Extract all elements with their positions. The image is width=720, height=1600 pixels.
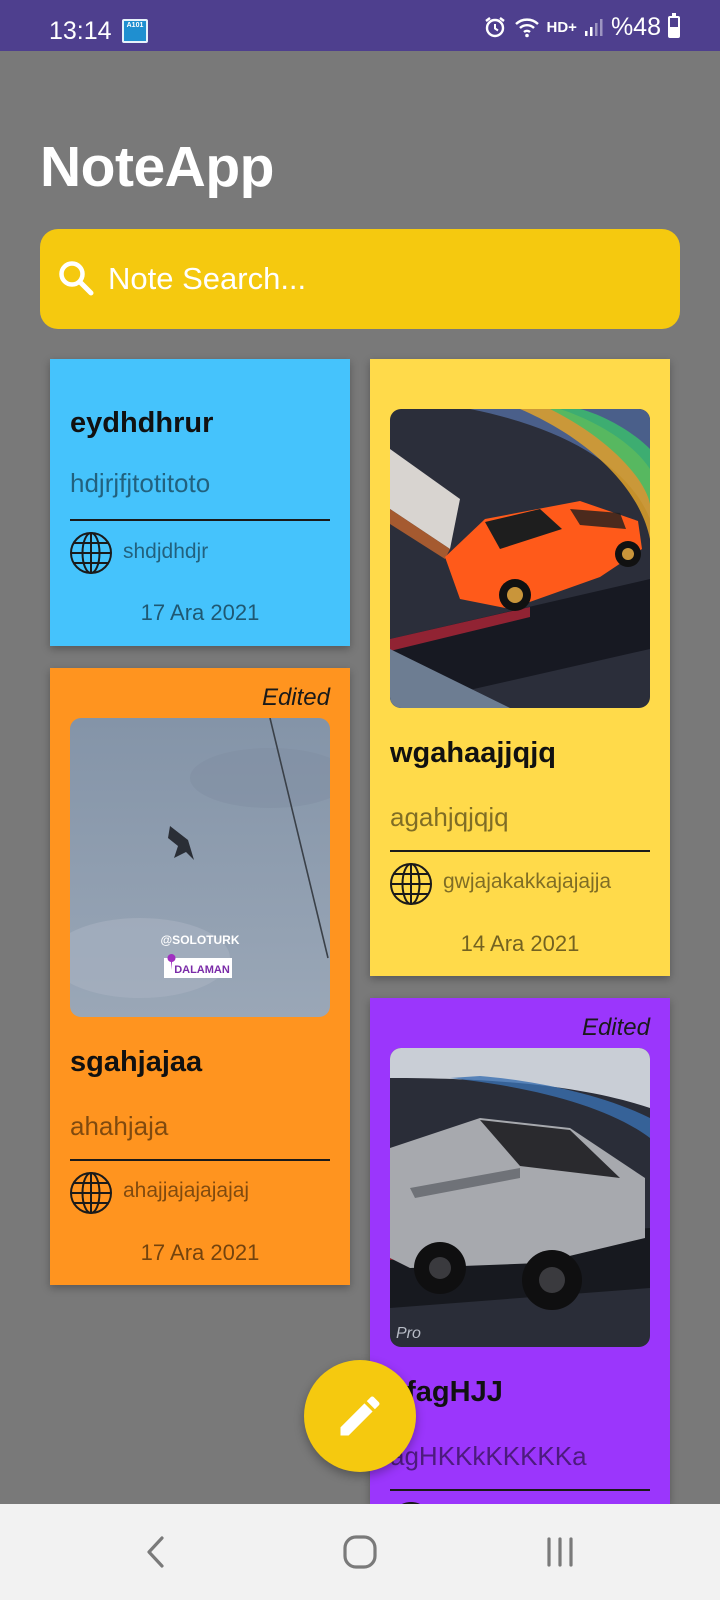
note-subtitle: hdjrjfjtotitoto xyxy=(70,468,211,498)
battery-icon xyxy=(668,13,680,38)
note-link[interactable]: ahajjajajajajaj xyxy=(123,1179,249,1203)
wifi-icon xyxy=(514,18,539,38)
home-icon xyxy=(343,1535,377,1569)
back-button[interactable] xyxy=(134,1532,178,1572)
app-title: NoteApp xyxy=(40,135,274,199)
globe-icon xyxy=(70,532,112,574)
note-card[interactable]: Edited @SOLOTURK DALAMAN sgahjajaa ahahj… xyxy=(50,668,350,1285)
note-subtitle: agHKKkKKKKKa xyxy=(390,1441,587,1471)
signal-icon xyxy=(584,19,603,36)
note-title: sgahjajaa xyxy=(70,1046,203,1078)
note-title: wgahaajjqjq xyxy=(390,737,556,769)
note-divider xyxy=(390,850,650,852)
globe-icon xyxy=(390,863,432,905)
battery-percentage: %48 xyxy=(610,12,661,41)
search-bar[interactable] xyxy=(40,229,680,329)
globe-icon xyxy=(70,1172,112,1214)
recent-apps-icon xyxy=(547,1537,573,1567)
app-notification-icon: A101 xyxy=(122,19,148,43)
alarm-icon xyxy=(484,17,505,38)
note-card[interactable]: eydhdhrur hdjrjfjtotitoto shdjdhdjr 17 A… xyxy=(50,359,350,646)
add-note-button[interactable] xyxy=(304,1360,416,1472)
note-divider xyxy=(70,1159,330,1161)
search-icon xyxy=(59,261,94,296)
note-divider xyxy=(70,519,330,521)
edited-label: Edited xyxy=(581,1014,650,1041)
status-icons: HD+ %48 xyxy=(483,12,680,41)
status-time: 13:14 xyxy=(49,17,112,45)
image-overlay-handle: @SOLOTURK xyxy=(160,933,239,947)
note-date: 17 Ara 2021 xyxy=(140,600,260,625)
image-overlay-location: DALAMAN xyxy=(174,964,230,976)
note-card[interactable]: Edited Pro afagHJJ agHKKkKKKKKa xyxy=(370,998,670,1504)
note-link[interactable]: gwjajakakkajajajja xyxy=(443,870,611,894)
network-label: HD+ xyxy=(546,18,577,36)
note-image: @SOLOTURK DALAMAN xyxy=(70,718,330,1017)
back-icon xyxy=(147,1536,164,1568)
edited-label: Edited xyxy=(261,684,330,711)
note-image: Pro xyxy=(390,1048,650,1347)
note-date: 17 Ara 2021 xyxy=(140,1240,260,1265)
search-input[interactable] xyxy=(108,251,648,307)
recent-apps-button[interactable] xyxy=(538,1532,582,1572)
status-bar: 13:14 A101 HD+ %48 xyxy=(0,0,720,51)
note-image xyxy=(390,409,650,708)
note-card[interactable]: wgahaajjqjq agahjqjqjq gwjajakakkajajajj… xyxy=(370,359,670,976)
home-button[interactable] xyxy=(338,1532,382,1572)
note-date: 14 Ara 2021 xyxy=(460,931,580,956)
image-watermark: Pro xyxy=(396,1325,421,1342)
note-subtitle: agahjqjqjq xyxy=(390,802,509,832)
navigation-bar xyxy=(0,1504,720,1600)
note-link[interactable]: shdjdhdjr xyxy=(123,540,208,564)
note-divider xyxy=(390,1489,650,1491)
note-subtitle: ahahjaja xyxy=(70,1111,169,1141)
pencil-icon xyxy=(340,1396,380,1436)
note-title: eydhdhrur xyxy=(70,407,214,439)
